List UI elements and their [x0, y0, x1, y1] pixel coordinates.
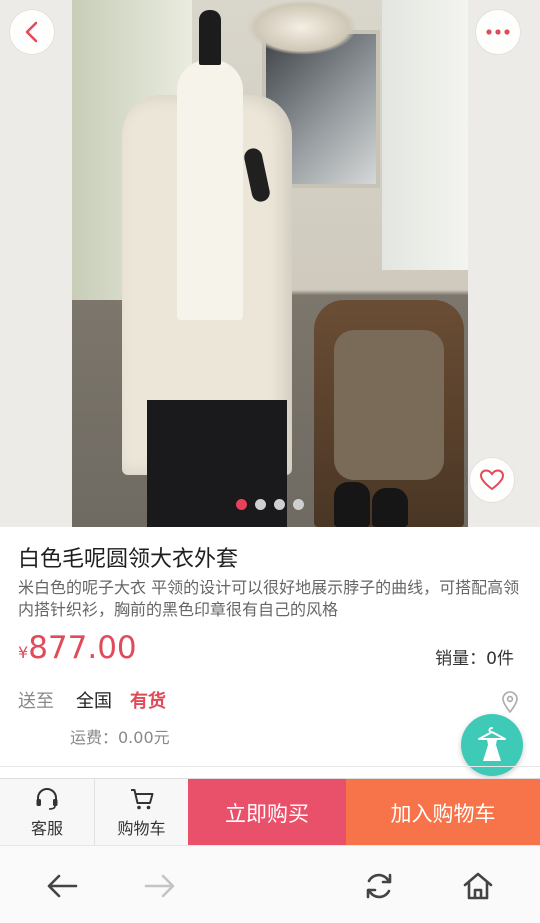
ship-region[interactable]: 全国 [76, 687, 112, 713]
chevron-left-icon [25, 21, 38, 43]
product-price: ¥877.00 [18, 630, 137, 666]
carousel-dot[interactable] [293, 499, 304, 510]
price-amount: 877.00 [28, 630, 137, 666]
product-title: 白色毛呢圆领大衣外套 [18, 547, 239, 572]
dress-hanger-icon [478, 727, 506, 761]
section-divider [0, 766, 540, 767]
refresh-button[interactable] [359, 866, 399, 906]
home-button[interactable] [458, 866, 498, 906]
product-photo [72, 0, 468, 527]
image-side-right [468, 0, 540, 527]
price-currency: ¥ [18, 643, 29, 662]
purchase-bar: 客服 购物车 立即购买 加入购物车 [0, 778, 540, 846]
product-description: 米白色的呢子大衣 平领的设计可以很好地展示脖子的曲线，可搭配高领内搭针织衫，胸前… [18, 578, 520, 619]
nav-forward-button[interactable] [140, 866, 180, 906]
arrow-left-icon [47, 874, 78, 898]
add-to-cart-button[interactable]: 加入购物车 [346, 779, 540, 846]
photo-chair-back [334, 330, 444, 480]
favorite-button[interactable] [469, 457, 515, 503]
buy-now-button[interactable]: 立即购买 [188, 779, 346, 846]
sales-count: 销量：0件 [435, 649, 514, 669]
photo-mannequin-neck [199, 10, 221, 65]
stock-status: 有货 [130, 691, 166, 712]
photo-bg-chandelier [247, 0, 357, 55]
cart-icon [130, 788, 153, 809]
more-button[interactable] [475, 9, 521, 55]
browser-nav-bar [0, 845, 540, 923]
heart-icon [479, 469, 505, 491]
nav-back-button[interactable] [42, 866, 82, 906]
customer-service-label: 客服 [30, 818, 63, 838]
product-image-carousel[interactable] [0, 0, 540, 527]
shipping-row[interactable]: 送至 全国 有货 [18, 687, 166, 713]
photo-sweater [177, 60, 243, 320]
location-button[interactable] [500, 690, 520, 718]
carousel-dot[interactable] [274, 499, 285, 510]
photo-bg-window-right [382, 0, 468, 270]
carousel-dot[interactable] [236, 499, 247, 510]
location-pin-icon [502, 691, 518, 714]
more-dots-icon [486, 29, 510, 35]
carousel-indicator [0, 499, 540, 510]
ship-to-label: 送至 [18, 691, 54, 712]
carousel-dot[interactable] [255, 499, 266, 510]
headset-icon [36, 787, 58, 810]
freight-cost: 运费：0.00元 [70, 728, 170, 747]
back-button[interactable] [9, 9, 55, 55]
cart-tab-button[interactable]: 购物车 [94, 779, 188, 846]
home-icon [463, 872, 493, 900]
image-side-left [0, 0, 72, 527]
customer-service-button[interactable]: 客服 [0, 779, 94, 846]
arrow-right-icon [144, 874, 175, 898]
cart-tab-label: 购物车 [117, 818, 166, 838]
refresh-icon [366, 873, 392, 899]
